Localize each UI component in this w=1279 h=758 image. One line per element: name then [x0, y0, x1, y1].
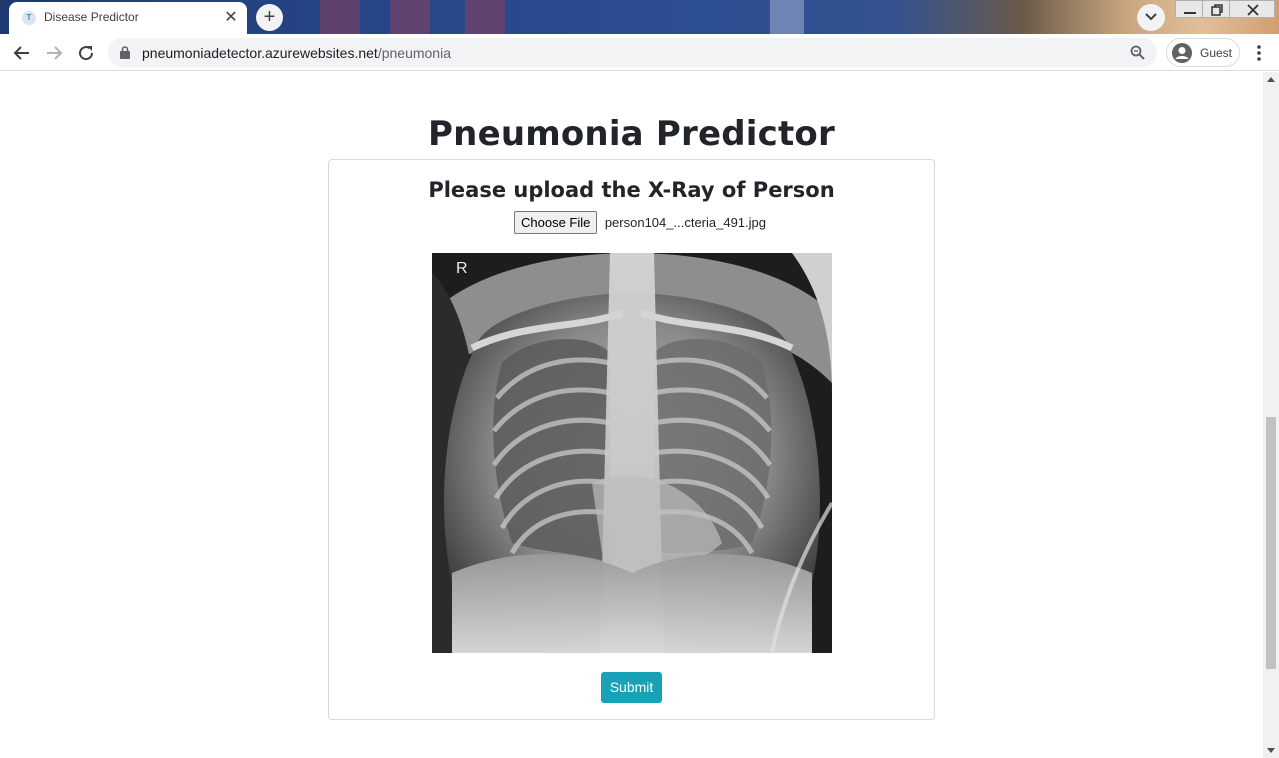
back-arrow-icon — [13, 46, 29, 60]
page-viewport: Pneumonia Predictor Please upload the X-… — [0, 72, 1263, 758]
url-path: /pneumonia — [377, 45, 451, 61]
tab-title: Disease Predictor — [44, 10, 139, 24]
kebab-menu-icon[interactable] — [1250, 40, 1268, 66]
tab-close-icon[interactable]: ✕ — [221, 8, 241, 28]
profile-button[interactable]: Guest — [1166, 38, 1240, 67]
scroll-up-arrow-icon[interactable] — [1267, 77, 1275, 82]
tab-search-button[interactable] — [1137, 4, 1165, 31]
restore-button[interactable] — [1202, 0, 1230, 18]
profile-avatar-icon — [1172, 43, 1192, 63]
tab-strip: T Disease Predictor ✕ + — [0, 0, 1279, 34]
wallpaper-decoration — [770, 0, 804, 34]
reload-button[interactable] — [73, 40, 99, 66]
file-input[interactable]: Choose File person104_...cteria_491.jpg — [514, 211, 766, 235]
url-text: pneumoniadetector.azurewebsites.net/pneu… — [142, 45, 451, 61]
favicon-icon: T — [22, 11, 36, 25]
new-tab-button[interactable]: + — [256, 4, 283, 31]
lock-icon[interactable] — [120, 46, 130, 59]
close-window-icon — [1247, 4, 1259, 16]
wallpaper-decoration — [320, 0, 360, 34]
vertical-scrollbar[interactable] — [1263, 72, 1279, 758]
choose-file-button[interactable]: Choose File — [514, 211, 598, 234]
browser-toolbar: pneumoniadetector.azurewebsites.net/pneu… — [0, 34, 1279, 71]
submit-button[interactable]: Submit — [601, 672, 662, 703]
scrollbar-thumb[interactable] — [1266, 417, 1276, 669]
upload-card: Please upload the X-Ray of Person Choose… — [328, 159, 935, 720]
address-bar[interactable]: pneumoniadetector.azurewebsites.net/pneu… — [108, 38, 1157, 67]
close-window-button[interactable] — [1229, 0, 1275, 18]
url-host: pneumoniadetector.azurewebsites.net — [142, 45, 378, 61]
back-button[interactable] — [9, 40, 35, 66]
restore-icon — [1211, 4, 1223, 16]
xray-side-marker: R — [456, 260, 468, 277]
zoom-icon[interactable] — [1130, 45, 1145, 60]
wallpaper-decoration — [465, 0, 505, 34]
xray-preview-image: R — [432, 253, 832, 653]
page-title: Pneumonia Predictor — [428, 114, 835, 154]
forward-arrow-icon — [47, 46, 63, 60]
card-heading: Please upload the X-Ray of Person — [428, 178, 835, 202]
scroll-down-arrow-icon[interactable] — [1267, 748, 1275, 753]
tab-search-icon — [1145, 13, 1157, 21]
minimize-button[interactable] — [1175, 0, 1203, 18]
browser-tab[interactable]: T Disease Predictor ✕ — [9, 2, 247, 34]
forward-button[interactable] — [41, 40, 67, 66]
profile-name: Guest — [1200, 46, 1233, 60]
wallpaper-decoration — [390, 0, 430, 34]
reload-icon — [79, 46, 94, 61]
minimize-icon — [1184, 12, 1196, 14]
selected-file-name: person104_...cteria_491.jpg — [604, 215, 767, 230]
